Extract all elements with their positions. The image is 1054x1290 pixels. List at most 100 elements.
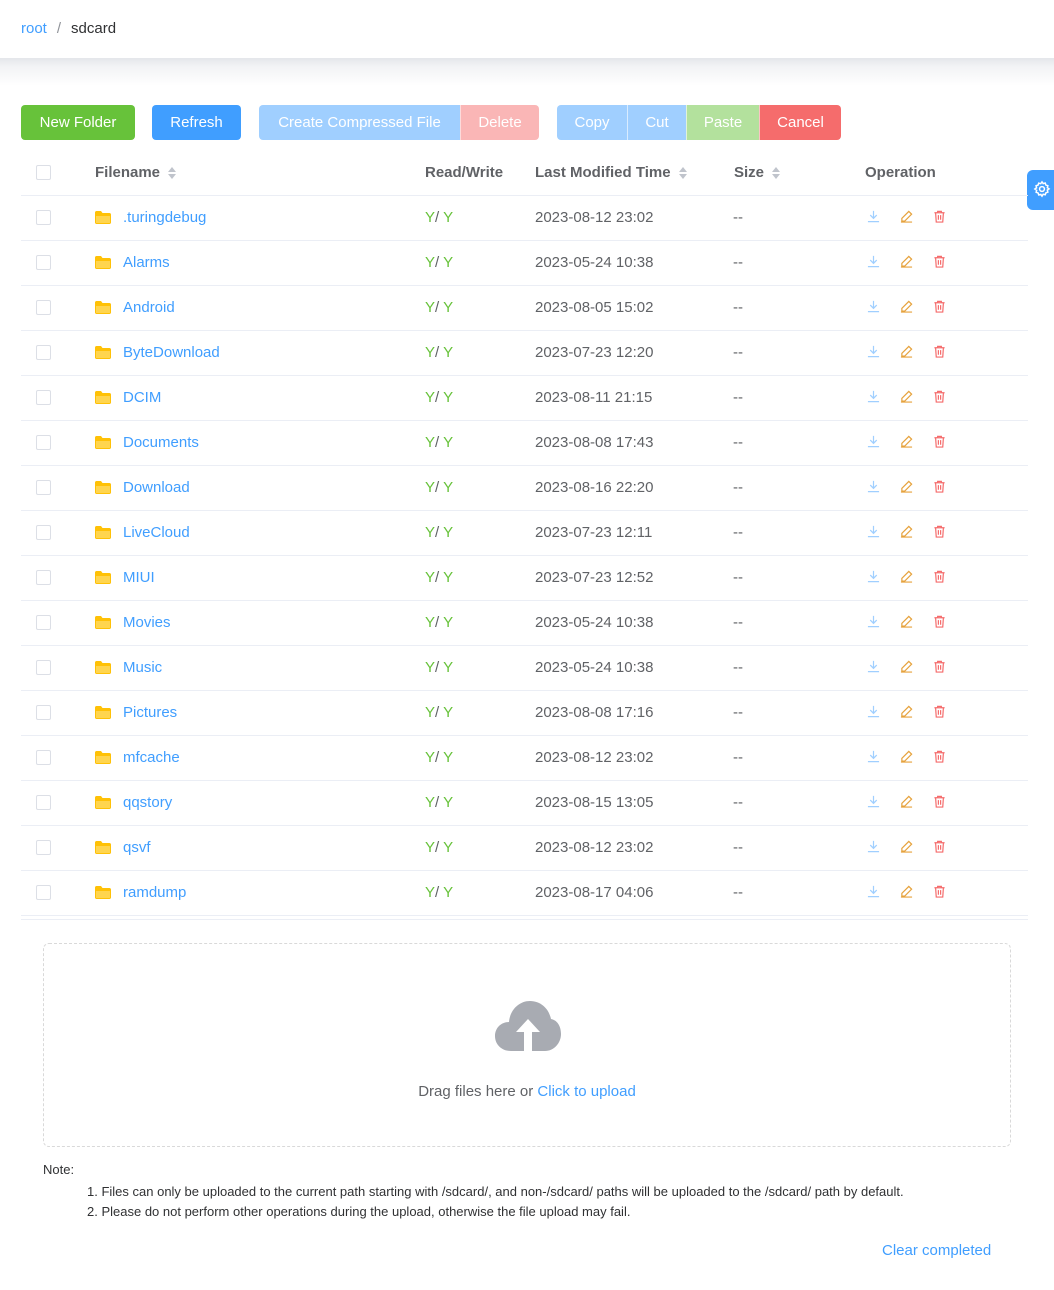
create-compressed-file-button[interactable]: Create Compressed File	[259, 105, 460, 140]
row-checkbox[interactable]	[36, 795, 51, 810]
trash-icon[interactable]	[933, 885, 947, 899]
row-checkbox[interactable]	[36, 525, 51, 540]
download-icon[interactable]	[867, 840, 881, 854]
trash-icon[interactable]	[933, 660, 947, 674]
trash-icon[interactable]	[933, 390, 947, 404]
edit-icon[interactable]	[900, 300, 914, 314]
download-icon[interactable]	[867, 795, 881, 809]
trash-icon[interactable]	[933, 210, 947, 224]
row-checkbox[interactable]	[36, 615, 51, 630]
edit-icon[interactable]	[900, 660, 914, 674]
download-icon[interactable]	[867, 435, 881, 449]
folder-link[interactable]: ramdump	[95, 884, 186, 901]
download-icon[interactable]	[867, 615, 881, 629]
download-icon[interactable]	[867, 345, 881, 359]
edit-icon[interactable]	[900, 210, 914, 224]
trash-icon[interactable]	[933, 750, 947, 764]
row-checkbox[interactable]	[36, 255, 51, 270]
edit-icon[interactable]	[900, 255, 914, 269]
edit-icon[interactable]	[900, 615, 914, 629]
edit-icon[interactable]	[900, 885, 914, 899]
row-checkbox[interactable]	[36, 750, 51, 765]
row-checkbox[interactable]	[36, 660, 51, 675]
download-icon[interactable]	[867, 660, 881, 674]
folder-link[interactable]: Download	[95, 479, 190, 496]
cut-button[interactable]: Cut	[627, 105, 686, 140]
row-checkbox[interactable]	[36, 705, 51, 720]
edit-icon[interactable]	[900, 795, 914, 809]
download-icon[interactable]	[867, 705, 881, 719]
last-modified-column-header[interactable]: Last Modified Time	[535, 164, 687, 181]
trash-icon[interactable]	[933, 300, 947, 314]
sort-icon[interactable]	[168, 166, 177, 179]
download-icon[interactable]	[867, 300, 881, 314]
folder-link[interactable]: Android	[95, 299, 175, 316]
folder-link[interactable]: LiveCloud	[95, 524, 190, 541]
cancel-button[interactable]: Cancel	[759, 105, 841, 140]
trash-icon[interactable]	[933, 480, 947, 494]
size-column-header[interactable]: Size	[734, 164, 781, 181]
upload-dropzone[interactable]: Drag files here or Click to upload	[43, 943, 1011, 1147]
edit-icon[interactable]	[900, 345, 914, 359]
row-checkbox[interactable]	[36, 210, 51, 225]
trash-icon[interactable]	[933, 615, 947, 629]
sort-icon[interactable]	[772, 166, 781, 179]
download-icon[interactable]	[867, 255, 881, 269]
breadcrumb-root[interactable]: root	[21, 20, 47, 37]
paste-button[interactable]: Paste	[686, 105, 759, 140]
row-checkbox[interactable]	[36, 570, 51, 585]
trash-icon[interactable]	[933, 435, 947, 449]
sort-icon[interactable]	[678, 166, 687, 179]
clear-completed-link[interactable]: Clear completed	[882, 1242, 991, 1259]
trash-icon[interactable]	[933, 705, 947, 719]
filename-column-header[interactable]: Filename	[95, 164, 177, 181]
folder-link[interactable]: Music	[95, 659, 162, 676]
trash-icon[interactable]	[933, 795, 947, 809]
row-checkbox[interactable]	[36, 480, 51, 495]
row-checkbox[interactable]	[36, 885, 51, 900]
click-to-upload-link[interactable]: Click to upload	[537, 1083, 635, 1100]
folder-link[interactable]: qqstory	[95, 794, 172, 811]
folder-link[interactable]: mfcache	[95, 749, 180, 766]
download-icon[interactable]	[867, 525, 881, 539]
edit-icon[interactable]	[900, 480, 914, 494]
folder-link[interactable]: Alarms	[95, 254, 170, 271]
download-icon[interactable]	[867, 750, 881, 764]
folder-link[interactable]: Documents	[95, 434, 199, 451]
edit-icon[interactable]	[900, 525, 914, 539]
edit-icon[interactable]	[900, 390, 914, 404]
folder-link[interactable]: Pictures	[95, 704, 177, 721]
trash-icon[interactable]	[933, 840, 947, 854]
refresh-button[interactable]: Refresh	[152, 105, 241, 140]
new-folder-button[interactable]: New Folder	[21, 105, 135, 140]
edit-icon[interactable]	[900, 435, 914, 449]
row-checkbox[interactable]	[36, 345, 51, 360]
download-icon[interactable]	[867, 210, 881, 224]
folder-link[interactable]: qsvf	[95, 839, 151, 856]
folder-link[interactable]: .turingdebug	[95, 209, 206, 226]
folder-link[interactable]: DCIM	[95, 389, 161, 406]
edit-icon[interactable]	[900, 840, 914, 854]
select-all-checkbox[interactable]	[36, 165, 51, 180]
row-checkbox[interactable]	[36, 840, 51, 855]
copy-button[interactable]: Copy	[557, 105, 627, 140]
edit-icon[interactable]	[900, 705, 914, 719]
row-checkbox[interactable]	[36, 300, 51, 315]
row-checkbox[interactable]	[36, 390, 51, 405]
folder-link[interactable]: Movies	[95, 614, 171, 631]
trash-icon[interactable]	[933, 345, 947, 359]
trash-icon[interactable]	[933, 570, 947, 584]
trash-icon[interactable]	[933, 255, 947, 269]
download-icon[interactable]	[867, 480, 881, 494]
download-icon[interactable]	[867, 570, 881, 584]
delete-button[interactable]: Delete	[460, 105, 539, 140]
folder-link[interactable]: MIUI	[95, 569, 155, 586]
edit-icon[interactable]	[900, 570, 914, 584]
row-checkbox[interactable]	[36, 435, 51, 450]
download-icon[interactable]	[867, 885, 881, 899]
trash-icon[interactable]	[933, 525, 947, 539]
edit-icon[interactable]	[900, 750, 914, 764]
settings-button[interactable]	[1027, 170, 1054, 210]
folder-link[interactable]: ByteDownload	[95, 344, 220, 361]
download-icon[interactable]	[867, 390, 881, 404]
